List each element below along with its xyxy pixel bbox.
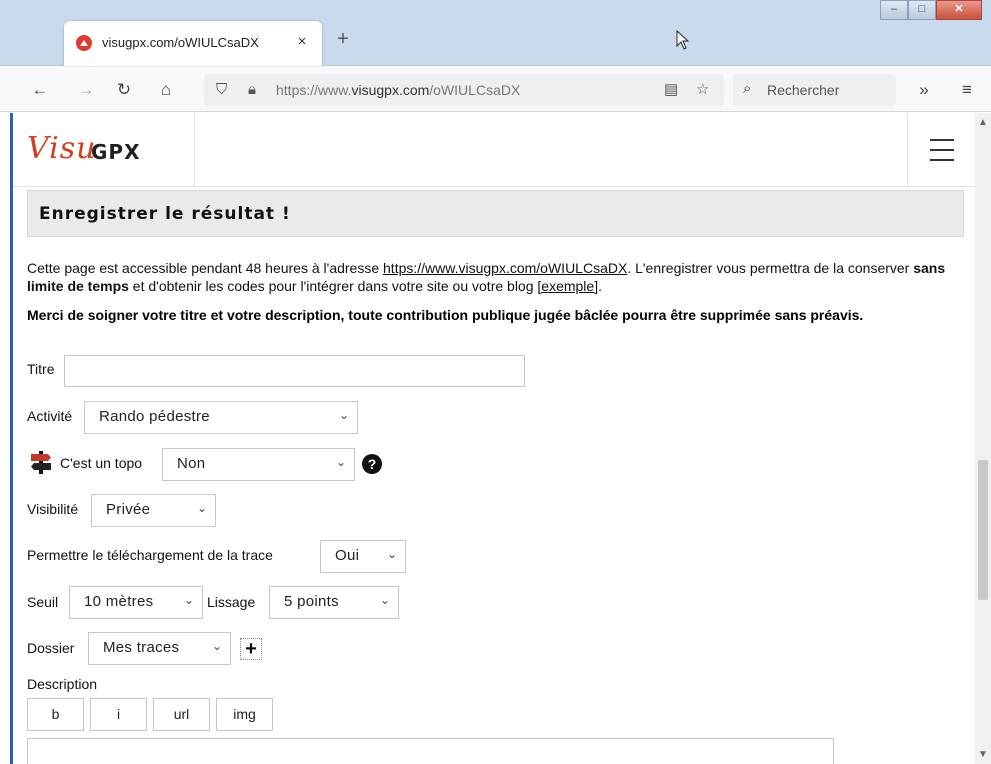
padlock-icon[interactable]: 🔒︎ (248, 79, 256, 101)
site-logo[interactable]: Visu GPX (13, 113, 195, 187)
bookmark-star-icon[interactable]: ☆ (696, 79, 709, 101)
logo-visu-text: Visu (27, 131, 97, 166)
mouse-cursor-icon (676, 30, 690, 50)
section-title-bar: Enregistrer le résultat ! (27, 190, 964, 237)
add-folder-button[interactable]: + (240, 638, 262, 660)
bold-button[interactable]: b (27, 698, 84, 731)
page-title: Enregistrer le résultat ! (39, 204, 291, 224)
tab-close-icon[interactable]: × (292, 31, 312, 53)
lissage-label: Lissage (207, 594, 256, 610)
chevron-down-icon: ⌄ (335, 455, 346, 469)
browser-tab-active[interactable]: visugpx.com/oWIULCsaDX × (64, 21, 322, 66)
dossier-select[interactable]: Mes traces ⌄ (88, 632, 231, 665)
reload-icon[interactable]: ↻ (112, 78, 136, 102)
page-scrollbar[interactable]: ▲ ▼ (975, 113, 991, 764)
activite-label: Activité (27, 408, 73, 424)
address-bar[interactable]: ⛉ 🔒︎ https://www.visugpx.com/oWIULCsaDX … (204, 74, 724, 106)
page-left-border (10, 113, 13, 764)
minimize-button[interactable]: – (880, 0, 908, 20)
window-controls: – □ ✕ (880, 0, 982, 20)
telechargement-select[interactable]: Oui ⌄ (320, 540, 406, 573)
description-label: Description (27, 676, 98, 692)
signpost-icon (31, 451, 51, 474)
telechargement-label: Permettre le téléchargement de la trace (27, 547, 273, 563)
visibilite-label: Visibilité (27, 501, 79, 517)
site-favicon-icon (76, 35, 92, 51)
home-icon[interactable]: ⌂ (154, 78, 178, 102)
forward-arrow-icon[interactable]: → (74, 78, 98, 102)
visibilite-select[interactable]: Privée ⌄ (91, 494, 216, 527)
new-tab-button[interactable]: + (332, 28, 354, 50)
chevron-down-icon: ⌄ (338, 408, 349, 422)
chevron-down-icon: ⌄ (386, 547, 397, 561)
logo-gpx-text: GPX (91, 140, 141, 164)
help-question-icon[interactable]: ? (362, 454, 382, 474)
topo-select[interactable]: Non ⌄ (162, 448, 355, 481)
site-header: Visu GPX (13, 113, 975, 187)
chevron-down-icon: ⌄ (211, 639, 222, 653)
site-menu-button[interactable] (907, 113, 975, 187)
chevron-down-icon: ⌄ (379, 593, 390, 607)
tracking-shield-icon[interactable]: ⛉ (216, 79, 227, 101)
scroll-up-arrow-icon[interactable]: ▲ (978, 117, 988, 128)
page-viewport: Visu GPX Enregistrer le résultat ! Cette… (0, 113, 975, 764)
reader-view-icon[interactable]: ▤ (664, 79, 678, 101)
scroll-down-arrow-icon[interactable]: ▼ (978, 749, 988, 760)
browser-tab-bar: visugpx.com/oWIULCsaDX × + – □ ✕ (0, 0, 991, 66)
chevron-down-icon: ⌄ (196, 501, 207, 515)
url-text[interactable]: https://www.visugpx.com/oWIULCsaDX (276, 82, 520, 98)
italic-button[interactable]: i (90, 698, 147, 731)
menu-icon (930, 139, 954, 169)
dossier-label: Dossier (27, 640, 75, 656)
search-icon: ⌕ (743, 80, 752, 97)
titre-label: Titre (27, 361, 55, 377)
tab-title: visugpx.com/oWIULCsaDX (102, 35, 259, 50)
url-button[interactable]: url (153, 698, 210, 731)
seuil-label: Seuil (27, 594, 59, 610)
hamburger-menu-icon[interactable]: ≡ (955, 78, 979, 102)
chevron-down-icon: ⌄ (183, 593, 194, 607)
intro-text: Cette page est accessible pendant 48 heu… (27, 260, 946, 294)
activite-select[interactable]: Rando pédestre ⌄ (84, 401, 358, 434)
search-placeholder: Rechercher (767, 82, 840, 98)
example-link[interactable]: [exemple] (537, 278, 598, 294)
temporary-url-link[interactable]: https://www.visugpx.com/oWIULCsaDX (383, 260, 627, 276)
overflow-menu-icon[interactable]: » (912, 78, 936, 102)
warning-text: Merci de soigner votre titre et votre de… (27, 307, 864, 323)
description-textarea[interactable] (27, 738, 834, 764)
seuil-select[interactable]: 10 mètres ⌄ (69, 586, 203, 619)
topo-label: C'est un topo (60, 455, 143, 471)
img-button[interactable]: img (216, 698, 273, 731)
close-window-button[interactable]: ✕ (936, 0, 982, 20)
titre-input[interactable] (64, 355, 525, 387)
scrollbar-thumb[interactable] (978, 460, 988, 600)
search-bar[interactable]: ⌕ Rechercher (733, 74, 896, 106)
back-arrow-icon[interactable]: ← (28, 78, 52, 102)
browser-nav-bar: ← → ↻ ⌂ ⛉ 🔒︎ https://www.visugpx.com/oWI… (0, 67, 991, 112)
maximize-button[interactable]: □ (908, 0, 936, 20)
lissage-select[interactable]: 5 points ⌄ (269, 586, 399, 619)
